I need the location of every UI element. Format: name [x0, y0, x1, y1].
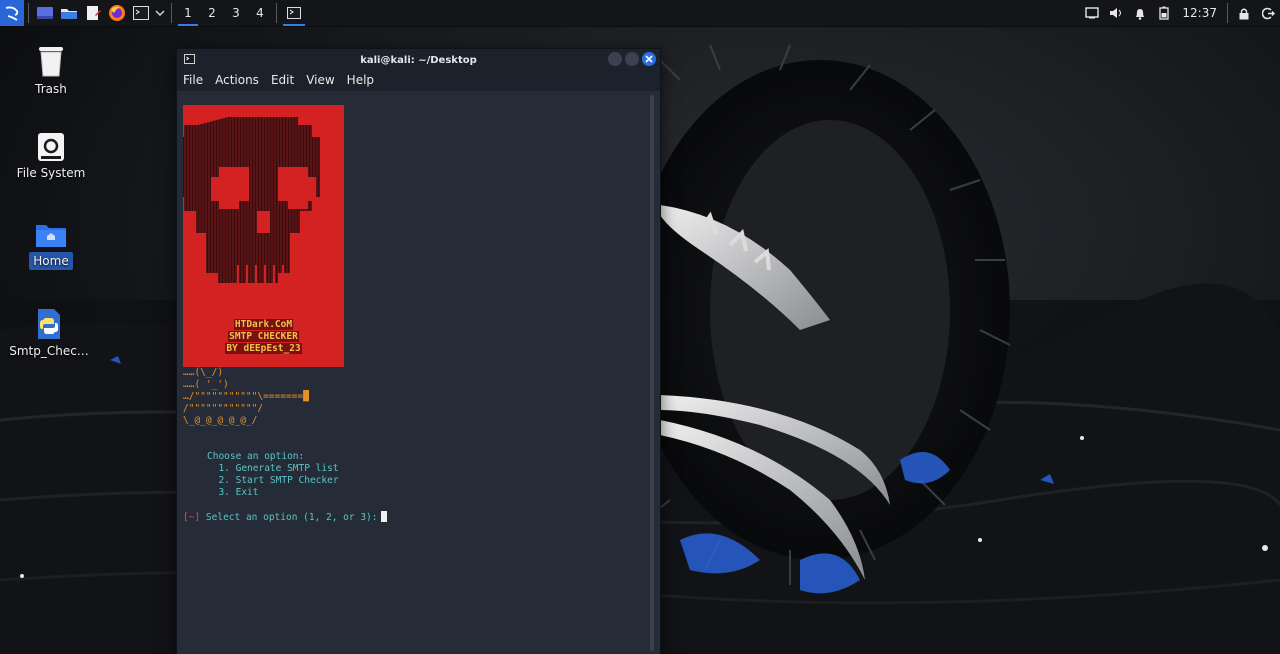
launcher-dropdown[interactable]	[153, 0, 167, 26]
menu-help[interactable]: Help	[347, 73, 374, 87]
desktop-icon-label: Smtp_Chec…	[9, 344, 89, 358]
taskbar-terminal-button[interactable]	[281, 0, 307, 26]
maximize-button[interactable]	[625, 52, 639, 66]
logout-icon	[1261, 7, 1275, 19]
minimize-button[interactable]	[608, 52, 622, 66]
terminal-menubar: File Actions Edit View Help	[177, 71, 660, 91]
input-prompt[interactable]: [~] Select an option (1, 2, or 3):	[183, 511, 387, 524]
text-cursor	[380, 511, 387, 522]
desktop-icon-trash[interactable]: Trash	[6, 44, 96, 96]
menu-file[interactable]: File	[183, 73, 203, 87]
display-indicator[interactable]	[1080, 0, 1104, 26]
ascii-line: …/"""""""""""\=======█	[183, 391, 309, 402]
banner-line-1: HTDark.CoM	[233, 319, 294, 330]
terminal-icon	[287, 7, 301, 19]
workspace-2[interactable]: 2	[200, 0, 224, 26]
lock-icon	[1239, 8, 1249, 19]
kali-menu-icon	[5, 6, 19, 21]
menu-view[interactable]: View	[306, 73, 334, 87]
text-editor-icon	[87, 6, 101, 20]
desktop-icon-label: Home	[29, 252, 73, 270]
session-menu-button[interactable]	[1256, 0, 1280, 26]
desktop-icon-label: Trash	[35, 82, 67, 96]
workspace-3[interactable]: 3	[224, 0, 248, 26]
desktop-icon-smtp-checker[interactable]: Smtp_Chec…	[4, 308, 94, 358]
terminal-launcher[interactable]	[129, 0, 153, 26]
show-desktop-button[interactable]	[33, 0, 57, 26]
file-manager-icon	[61, 9, 77, 19]
top-panel: 1 2 3 4 12:37	[0, 0, 1280, 27]
battery-icon	[1159, 6, 1170, 20]
prompt-text: Select an option (1, 2, or 3):	[205, 512, 378, 523]
banner-line-2: SMTP CHECKER	[228, 331, 299, 342]
clock[interactable]: 12:37	[1176, 6, 1223, 20]
monitor-icon	[1085, 7, 1100, 19]
panel-separator	[276, 3, 277, 23]
chevron-down-icon	[155, 10, 165, 16]
desktop-screen: 1 2 3 4 12:37 Trash File System Home Smt…	[0, 0, 1280, 654]
python-file-icon	[38, 309, 60, 339]
firefox-launcher[interactable]	[105, 0, 129, 26]
window-controls	[608, 52, 656, 66]
system-tray: 12:37	[1080, 0, 1280, 26]
menu-heading: Choose an option:	[207, 451, 305, 462]
volume-indicator[interactable]	[1104, 0, 1128, 26]
option-line: 2. Start SMTP Checker	[218, 475, 339, 486]
terminal-window: kali@kali: ~/Desktop File Actions Edit V…	[176, 48, 661, 654]
ascii-line: ……(\_/)	[183, 367, 224, 378]
text-editor-launcher[interactable]	[81, 0, 105, 26]
menu-edit[interactable]: Edit	[271, 73, 294, 87]
window-title: kali@kali: ~/Desktop	[360, 54, 477, 66]
file-manager-launcher[interactable]	[57, 0, 81, 26]
skull-banner: HTDark.CoM SMTP CHECKER BY dEEpEst_23	[176, 105, 344, 367]
bell-icon	[1136, 8, 1145, 20]
notifications-indicator[interactable]	[1128, 0, 1152, 26]
desktop-icon-file-system[interactable]: File System	[6, 132, 96, 180]
menu-actions[interactable]: Actions	[215, 73, 259, 87]
ascii-line: ……( '_')	[183, 379, 229, 390]
workspace-1[interactable]: 1	[176, 0, 200, 26]
firefox-icon	[109, 5, 125, 21]
ascii-line: \_@_@_@_@_@_/	[183, 415, 258, 426]
panel-separator	[1227, 3, 1228, 23]
close-icon	[645, 55, 653, 63]
home-folder-icon	[36, 225, 66, 247]
terminal-output[interactable]: HTDark.CoM SMTP CHECKER BY dEEpEst_23 ………	[176, 91, 660, 654]
battery-indicator[interactable]	[1152, 0, 1176, 26]
terminal-icon	[133, 6, 149, 20]
desktop-icon-label: File System	[16, 166, 86, 180]
kali-menu-button[interactable]	[0, 0, 24, 26]
workspace-4[interactable]: 4	[248, 0, 272, 26]
speaker-icon	[1110, 8, 1122, 18]
close-button[interactable]	[642, 52, 656, 66]
trash-icon	[39, 47, 63, 77]
ascii-art: ……(\_/) ……( '_') …/"""""""""""\=======█/""…	[183, 367, 309, 427]
option-line: 1. Generate SMTP list	[218, 463, 339, 474]
panel-separator	[28, 3, 29, 23]
skull-icon	[176, 117, 320, 293]
option-line: 3. Exit	[218, 487, 259, 498]
desktop-icon	[37, 7, 53, 19]
banner-line-3: BY dEEpEst_23	[225, 343, 302, 354]
lock-screen-button[interactable]	[1232, 0, 1256, 26]
panel-separator	[171, 3, 172, 23]
drive-icon	[38, 133, 64, 161]
desktop-icon-home[interactable]: Home	[6, 222, 96, 270]
option-menu: Choose an option: 1. Generate SMTP list …	[207, 451, 339, 499]
ascii-line: /""""""""""""/	[183, 403, 264, 414]
terminal-scrollbar[interactable]	[650, 95, 654, 651]
terminal-titlebar[interactable]: kali@kali: ~/Desktop	[177, 49, 660, 71]
prompt-prefix: [~]	[183, 512, 201, 523]
